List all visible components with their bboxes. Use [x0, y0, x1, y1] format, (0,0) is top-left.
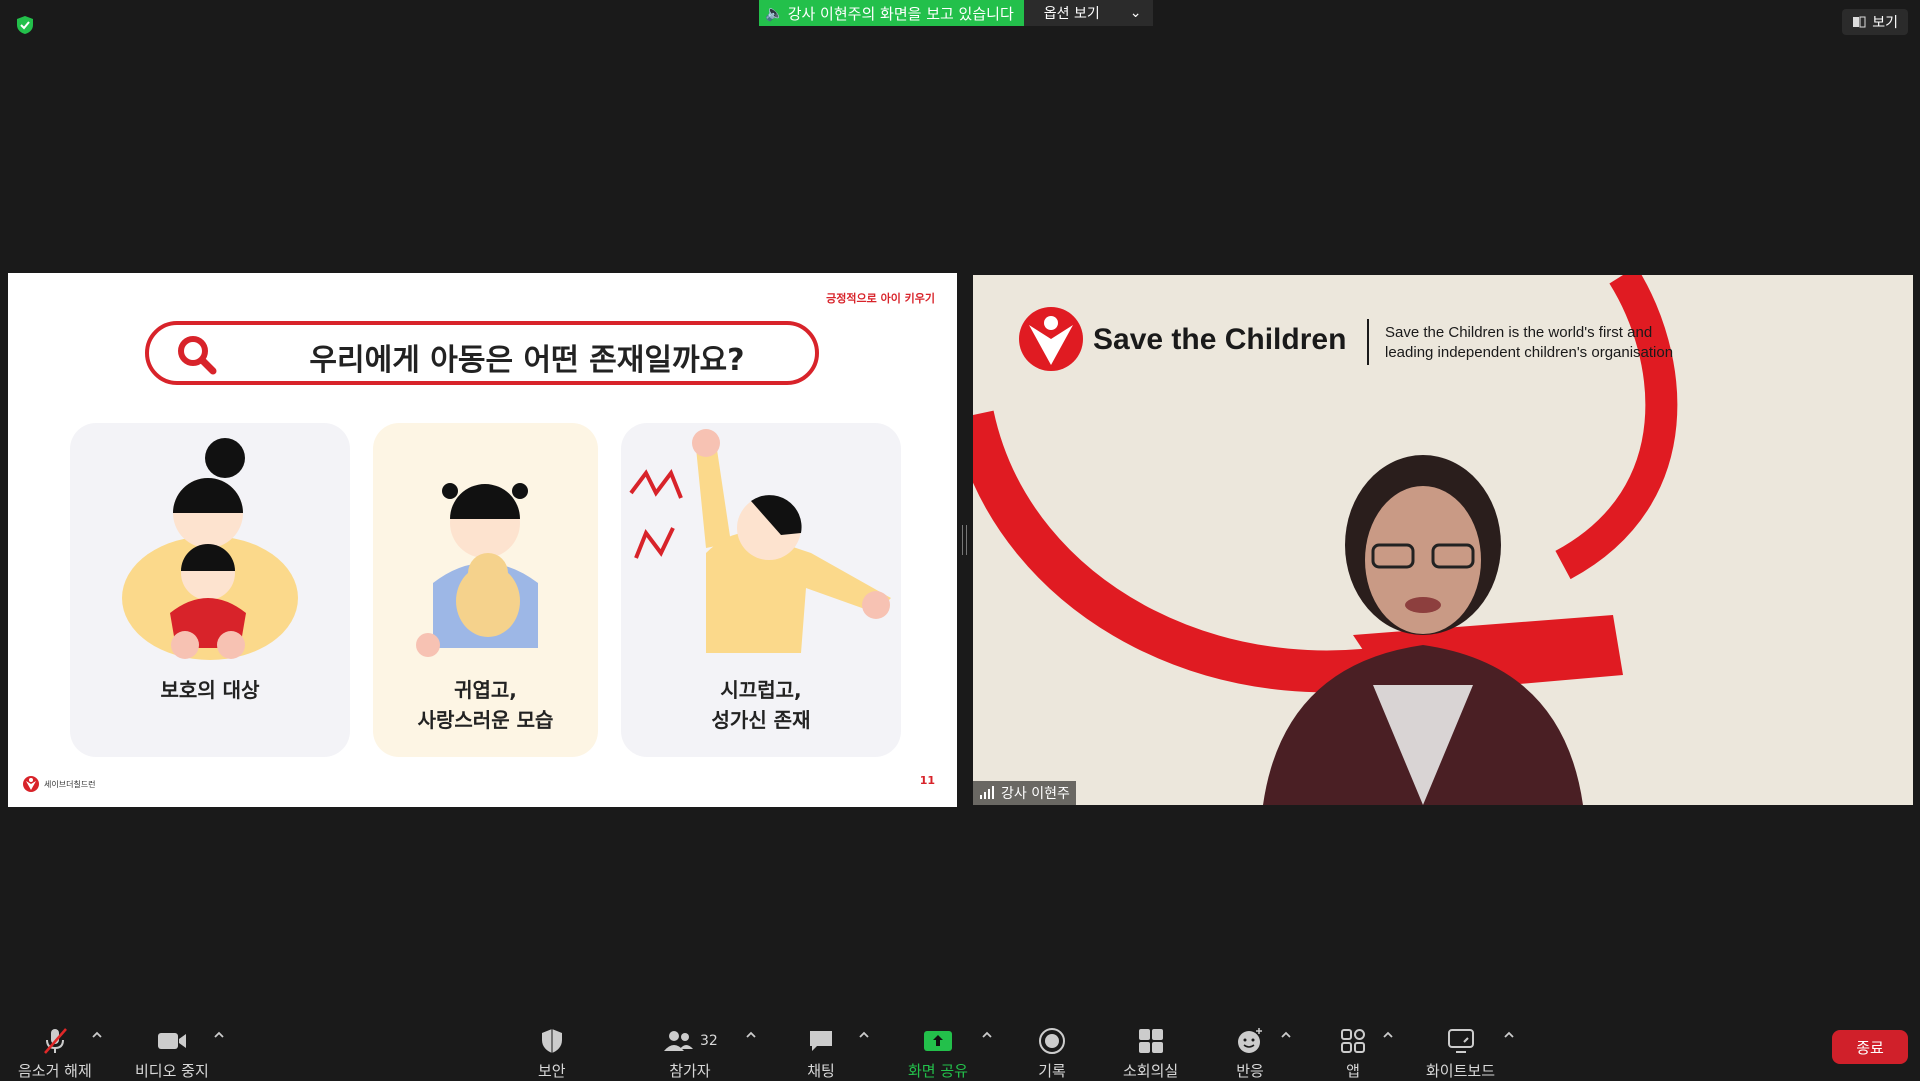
- shared-screen: 긍정적으로 아이 키우기 우리에게 아동은 어떤 존재일까요? 보호의 대상 귀…: [8, 273, 957, 807]
- slide-question: 우리에게 아동은 어떤 존재일까요?: [309, 343, 745, 378]
- unmute-button[interactable]: 음소거 해제: [18, 1024, 92, 1081]
- participants-count: 32: [700, 1033, 718, 1049]
- reactions-button[interactable]: 반응: [1236, 1024, 1264, 1081]
- record-label: 기록: [1038, 1062, 1066, 1080]
- org-tagline-line2: leading independent children's organisat…: [1385, 344, 1674, 361]
- smiley-icon: [1238, 1028, 1262, 1053]
- chevron-up-icon[interactable]: [1279, 1028, 1293, 1042]
- save-the-children-logo-icon: [23, 776, 39, 792]
- breakout-rooms-icon: [1138, 1029, 1163, 1053]
- unmute-label: 음소거 해제: [18, 1062, 92, 1080]
- chevron-up-icon[interactable]: [857, 1028, 871, 1042]
- chevron-up-icon[interactable]: [90, 1028, 104, 1042]
- chevron-up-icon[interactable]: [1502, 1028, 1516, 1042]
- card-protection: 보호의 대상: [70, 423, 350, 757]
- mic-muted-icon: [43, 1028, 67, 1054]
- end-meeting-button[interactable]: 종료: [1832, 1030, 1908, 1064]
- share-banner-text: 강사 이현주의 화면을 보고 있습니다: [787, 4, 1014, 23]
- card-label-line1: 시끄럽고,: [720, 678, 802, 702]
- slide-logo: 세이브더칠드런: [22, 775, 96, 793]
- slide-top-label: 긍정적으로 아이 키우기: [826, 292, 935, 305]
- participants-label: 참가자: [669, 1062, 711, 1080]
- view-button[interactable]: 보기: [1842, 9, 1908, 35]
- security-button[interactable]: 보안: [538, 1024, 566, 1081]
- stop-video-button[interactable]: 비디오 중지: [135, 1024, 209, 1081]
- participant-name: 강사 이현주: [1001, 786, 1070, 802]
- whiteboard-label: 화이트보드: [1426, 1062, 1496, 1080]
- participants-icon: [664, 1031, 693, 1051]
- record-button[interactable]: 기록: [1038, 1024, 1066, 1081]
- org-tagline: Save the Children is the world's first a…: [1385, 323, 1673, 363]
- participant-name-tag: 강사 이현주: [973, 781, 1076, 805]
- chevron-up-icon[interactable]: [744, 1028, 758, 1042]
- card-label: 시끄럽고, 성가신 존재: [621, 675, 901, 735]
- page-number: 11: [919, 774, 935, 787]
- meeting-toolbar: 음소거 해제 비디오 중지 보안 32 참가자 채팅 화면 공유 기록 소회의실: [0, 1008, 1920, 1080]
- apps-button[interactable]: 앱: [1340, 1024, 1366, 1081]
- card-label-line2: 사랑스러운 모습: [417, 708, 554, 732]
- participants-button[interactable]: 32 참가자: [662, 1024, 718, 1081]
- card-label: 보호의 대상: [160, 678, 260, 702]
- card-label: 귀엽고, 사랑스러운 모습: [373, 675, 598, 735]
- share-indicator: 🔈 강사 이현주의 화면을 보고 있습니다: [759, 0, 1024, 26]
- chevron-up-icon[interactable]: [980, 1028, 994, 1042]
- apps-icon: [1341, 1029, 1365, 1053]
- speaker-person: [1263, 455, 1583, 805]
- record-icon: [1039, 1028, 1065, 1054]
- chevron-up-icon[interactable]: [212, 1028, 226, 1042]
- share-screen-button[interactable]: 화면 공유: [908, 1024, 968, 1081]
- share-screen-label: 화면 공유: [908, 1062, 968, 1080]
- child-teddy-illustration: [416, 483, 538, 657]
- whiteboard-icon: [1447, 1029, 1474, 1053]
- chevron-down-icon: ⌄: [1129, 5, 1142, 21]
- share-screen-icon: [923, 1031, 952, 1051]
- view-options-button[interactable]: 옵션 보기 ⌄: [1023, 0, 1154, 26]
- chat-label: 채팅: [807, 1062, 835, 1080]
- slide-logo-text: 세이브더칠드런: [44, 779, 96, 789]
- reactions-label: 반응: [1236, 1062, 1264, 1080]
- chat-button[interactable]: 채팅: [807, 1024, 835, 1081]
- org-name: Save the Children: [1093, 323, 1347, 356]
- card-cute: 귀엽고, 사랑스러운 모습: [373, 423, 598, 757]
- shouting-child-illustration: [629, 429, 891, 653]
- panel-resize-handle[interactable]: [962, 525, 967, 555]
- view-options-label: 옵션 보기: [1043, 6, 1100, 22]
- video-camera-icon: [157, 1033, 186, 1049]
- save-the-children-logo-icon: [1019, 307, 1083, 371]
- card-noisy: 시끄럽고, 성가신 존재: [621, 423, 901, 757]
- mother-child-illustration: [122, 438, 298, 660]
- org-tagline-line1: Save the Children is the world's first a…: [1385, 324, 1653, 341]
- participant-video: Save the Children Save the Children is t…: [973, 275, 1913, 805]
- chevron-up-icon[interactable]: [1381, 1028, 1395, 1042]
- speaker-icon: 🔈: [765, 4, 784, 22]
- whiteboard-button[interactable]: 화이트보드: [1426, 1024, 1495, 1081]
- shield-icon: [541, 1029, 562, 1053]
- breakout-rooms-button[interactable]: 소회의실: [1123, 1024, 1178, 1081]
- question-pill: 우리에게 아동은 어떤 존재일까요?: [145, 321, 819, 385]
- magnifier-icon: [178, 336, 217, 375]
- view-button-label: 보기: [1872, 15, 1898, 31]
- card-label-line1: 귀엽고,: [454, 678, 517, 702]
- signal-strength-icon: [980, 786, 994, 799]
- apps-label: 앱: [1346, 1062, 1360, 1080]
- layout-icon: [1853, 16, 1866, 28]
- org-divider: [1367, 319, 1369, 365]
- security-shield-icon[interactable]: [14, 14, 36, 36]
- security-label: 보안: [538, 1062, 566, 1080]
- chat-bubble-icon: [810, 1031, 832, 1051]
- breakout-rooms-label: 소회의실: [1123, 1062, 1179, 1080]
- card-label-line2: 성가신 존재: [711, 708, 811, 732]
- screen-share-banner: 🔈 강사 이현주의 화면을 보고 있습니다 옵션 보기 ⌄: [759, 0, 1154, 26]
- stop-video-label: 비디오 중지: [135, 1062, 209, 1080]
